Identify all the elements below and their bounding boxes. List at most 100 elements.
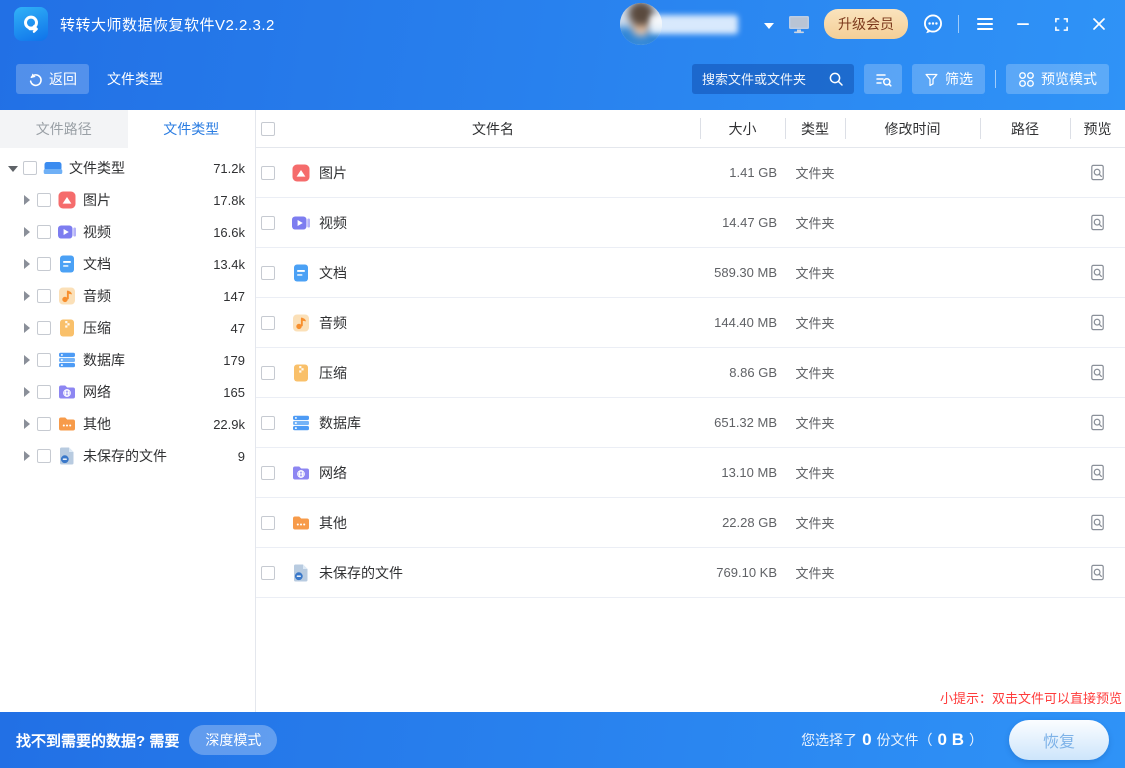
expand-arrow-icon[interactable] [22,323,32,333]
preview-button[interactable] [1070,298,1125,347]
selection-summary: 您选择了 0 份文件（ 0 B ） [801,730,983,750]
expand-arrow-icon[interactable] [22,195,32,205]
row-checkbox[interactable] [261,366,275,380]
preview-button[interactable] [1070,248,1125,297]
search-in-results-button[interactable] [864,64,902,94]
sidebar-tree-item[interactable]: 文件类型71.2k [0,152,255,184]
sidebar-tree-item[interactable]: 其他22.9k [0,408,255,440]
table-row[interactable]: 其他22.28 GB文件夹 [256,498,1125,548]
table-row[interactable]: 压缩8.86 GB文件夹 [256,348,1125,398]
expand-arrow-icon[interactable] [22,419,32,429]
column-modified[interactable]: 修改时间 [845,110,980,147]
expand-arrow-icon[interactable] [22,259,32,269]
expand-arrow-icon[interactable] [22,227,32,237]
tree-item-label: 数据库 [83,350,125,370]
column-type[interactable]: 类型 [785,110,845,147]
select-all-checkbox[interactable] [261,122,275,136]
tree-checkbox[interactable] [37,257,51,271]
preview-mode-button[interactable]: 预览模式 [1006,64,1109,94]
row-checkbox[interactable] [261,316,275,330]
preview-button[interactable] [1070,448,1125,497]
maximize-button[interactable] [1049,12,1073,36]
tree-checkbox[interactable] [37,193,51,207]
customer-service-icon[interactable] [922,13,944,35]
column-size[interactable]: 大小 [700,110,785,147]
expand-arrow-icon[interactable] [22,355,32,365]
row-checkbox[interactable] [261,166,275,180]
column-preview[interactable]: 预览 [1070,110,1125,147]
monitor-icon[interactable] [788,15,810,34]
search-box[interactable] [692,64,854,94]
sidebar-tree-item[interactable]: 网络165 [0,376,255,408]
expand-arrow-icon[interactable] [22,451,32,461]
sidebar-tree-item[interactable]: 压缩47 [0,312,255,344]
expand-arrow-icon[interactable] [22,387,32,397]
search-input[interactable] [702,72,828,87]
expand-arrow-icon[interactable] [8,163,18,173]
audio-icon [57,286,77,306]
row-checkbox[interactable] [261,216,275,230]
back-button-label: 返回 [49,69,77,89]
table-row[interactable]: 未保存的文件769.10 KB文件夹 [256,548,1125,598]
file-size: 22.28 GB [700,498,785,547]
sidebar-tree-item[interactable]: 视频16.6k [0,216,255,248]
preview-button[interactable] [1070,548,1125,597]
preview-icon [1088,263,1107,282]
back-button[interactable]: 返回 [16,64,89,94]
preview-icon [1088,363,1107,382]
sidebar-tree-item[interactable]: 未保存的文件9 [0,440,255,472]
file-modified [845,298,980,347]
column-filename[interactable]: 文件名 [286,110,700,147]
table-row[interactable]: 图片1.41 GB文件夹 [256,148,1125,198]
filter-button[interactable]: 筛选 [912,64,985,94]
close-button[interactable] [1087,12,1111,36]
tree-checkbox[interactable] [37,225,51,239]
tree-item-count: 165 [223,385,255,400]
row-checkbox[interactable] [261,416,275,430]
upgrade-member-button[interactable]: 升级会员 [824,9,908,39]
row-checkbox[interactable] [261,516,275,530]
preview-button[interactable] [1070,498,1125,547]
preview-button[interactable] [1070,348,1125,397]
preview-button[interactable] [1070,398,1125,447]
sidebar-tree-item[interactable]: 数据库179 [0,344,255,376]
tree-checkbox[interactable] [37,353,51,367]
database-icon [291,413,311,433]
table-row[interactable]: 数据库651.32 MB文件夹 [256,398,1125,448]
row-checkbox[interactable] [261,466,275,480]
table-row[interactable]: 网络13.10 MB文件夹 [256,448,1125,498]
row-checkbox[interactable] [261,266,275,280]
sidebar-tree-item[interactable]: 文档13.4k [0,248,255,280]
minimize-button[interactable] [1011,12,1035,36]
tab-file-path[interactable]: 文件路径 [0,110,128,148]
user-name-blurred [650,15,738,34]
menu-icon[interactable] [973,12,997,36]
sidebar-tree-item[interactable]: 图片17.8k [0,184,255,216]
file-name: 数据库 [319,413,361,433]
search-icon[interactable] [828,71,844,87]
tree-checkbox[interactable] [37,385,51,399]
tree-checkbox[interactable] [37,321,51,335]
table-row[interactable]: 音频144.40 MB文件夹 [256,298,1125,348]
row-checkbox[interactable] [261,566,275,580]
column-path[interactable]: 路径 [980,110,1070,147]
tree-checkbox[interactable] [23,161,37,175]
expand-arrow-icon[interactable] [22,291,32,301]
app-window: 转转大师数据恢复软件V2.2.3.2 升级会员 [0,0,1125,768]
tree-checkbox[interactable] [37,289,51,303]
preview-button[interactable] [1070,198,1125,247]
file-path [980,248,1070,297]
file-type: 文件夹 [785,548,845,597]
tab-file-type[interactable]: 文件类型 [128,110,256,148]
tree-checkbox[interactable] [37,417,51,431]
preview-button[interactable] [1070,148,1125,197]
recover-button[interactable]: 恢复 [1009,720,1109,760]
deep-mode-button[interactable]: 深度模式 [189,725,277,755]
user-account[interactable] [620,0,748,48]
table-row[interactable]: 视频14.47 GB文件夹 [256,198,1125,248]
tree-checkbox[interactable] [37,449,51,463]
table-row[interactable]: 文档589.30 MB文件夹 [256,248,1125,298]
caret-down-icon[interactable] [764,16,774,32]
sidebar: 文件路径 文件类型 文件类型71.2k图片17.8k视频16.6k文档13.4k… [0,110,256,712]
sidebar-tree-item[interactable]: 音频147 [0,280,255,312]
